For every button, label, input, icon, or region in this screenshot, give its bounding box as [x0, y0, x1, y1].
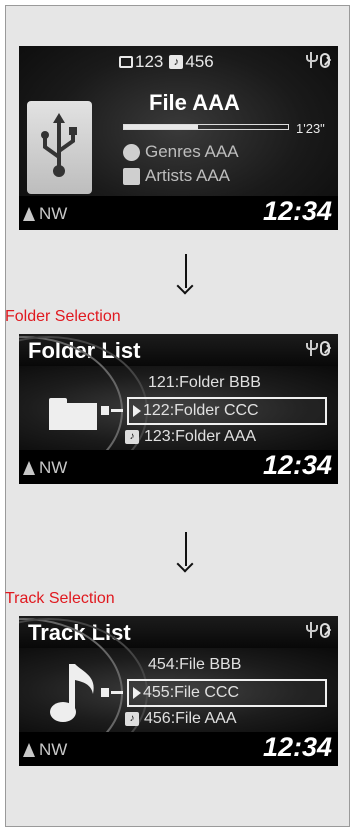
folder-icon [49, 398, 97, 430]
bluetooth-icon [320, 340, 330, 356]
list-item-label: 123:Folder AAA [144, 428, 257, 445]
usb-status-icon [306, 622, 318, 638]
compass-arrow-icon [23, 743, 35, 757]
track-list-screen: Track List 454:File BBB 455:File CCC ♪ 4… [19, 616, 338, 766]
music-note-icon: ♪ [125, 430, 139, 444]
folder-counter-icon [119, 56, 133, 68]
list-item[interactable]: 454:File BBB [148, 656, 241, 674]
status-bar: 123 ♪ 456 [19, 46, 338, 78]
compass-arrow-icon [23, 207, 35, 221]
list-item-label: 121:Folder BBB [148, 374, 261, 391]
clock: 12:34 [262, 196, 332, 226]
list-item-label: 455:File CCC [143, 684, 240, 701]
folder-section-label: Folder Selection [5, 308, 121, 325]
folder-count: 123 [135, 52, 164, 71]
track-section-label: Track Selection [5, 590, 115, 607]
media-counts: 123 ♪ 456 [119, 52, 214, 72]
heading-label: NW [39, 740, 68, 759]
track-title: File AAA [149, 90, 240, 115]
artist-icon [123, 167, 140, 185]
compass-arrow-icon [23, 461, 35, 475]
genre-label: Genres AAA [145, 142, 239, 161]
status-icons [306, 622, 330, 638]
compass-heading: NW [23, 458, 67, 478]
music-note-icon: ♪ [169, 55, 184, 69]
down-arrow-icon [176, 532, 194, 573]
usb-status-icon [306, 340, 318, 356]
progress-fill [124, 125, 198, 129]
bluetooth-icon [320, 52, 330, 68]
list-item-selected[interactable]: 122:Folder CCC [127, 397, 327, 425]
list-item-label: 454:File BBB [148, 656, 242, 673]
list-item[interactable]: ♪ 456:File AAA [125, 710, 237, 728]
bottom-bar: NW 12:34 [19, 732, 338, 766]
elapsed-time: 1'23" [296, 121, 325, 136]
playback-screen: 123 ♪ 456 File AAA 1'23" Genres AAA Arti… [19, 46, 338, 230]
status-icons [306, 52, 330, 68]
list-item[interactable]: 121:Folder BBB [148, 374, 261, 392]
folder-list-screen: Folder List 121:Folder BBB 122:Folder CC… [19, 334, 338, 484]
selection-connector [101, 406, 123, 415]
artist-label: Artists AAA [145, 166, 231, 185]
list-item[interactable]: ♪ 123:Folder AAA [125, 428, 256, 446]
genre-row: Genres AAA [123, 142, 239, 162]
progress-bar[interactable] [123, 124, 289, 130]
compass-heading: NW [23, 204, 67, 224]
down-arrow-icon [176, 254, 194, 295]
heading-label: NW [39, 458, 68, 477]
bottom-bar: NW 12:34 [19, 450, 338, 484]
list-item-label: 456:File AAA [144, 710, 237, 727]
music-note-icon [49, 662, 99, 729]
heading-label: NW [39, 204, 68, 223]
selection-connector [101, 688, 123, 697]
clock: 12:34 [262, 732, 332, 762]
bluetooth-icon [320, 622, 330, 638]
usb-status-icon [306, 52, 318, 68]
bottom-bar: NW 12:34 [19, 196, 338, 230]
list-item-label: 122:Folder CCC [143, 402, 259, 419]
compass-heading: NW [23, 740, 67, 760]
artist-row: Artists AAA [123, 166, 230, 186]
music-note-icon: ♪ [125, 712, 139, 726]
track-count: 456 [185, 52, 214, 71]
list-body: 121:Folder BBB 122:Folder CCC ♪ 123:Fold… [19, 336, 338, 484]
genre-icon [123, 143, 140, 161]
usb-icon [27, 101, 92, 194]
clock: 12:34 [262, 450, 332, 480]
list-body: 454:File BBB 455:File CCC ♪ 456:File AAA [19, 618, 338, 766]
status-icons [306, 340, 330, 356]
list-item-selected[interactable]: 455:File CCC [127, 679, 327, 707]
